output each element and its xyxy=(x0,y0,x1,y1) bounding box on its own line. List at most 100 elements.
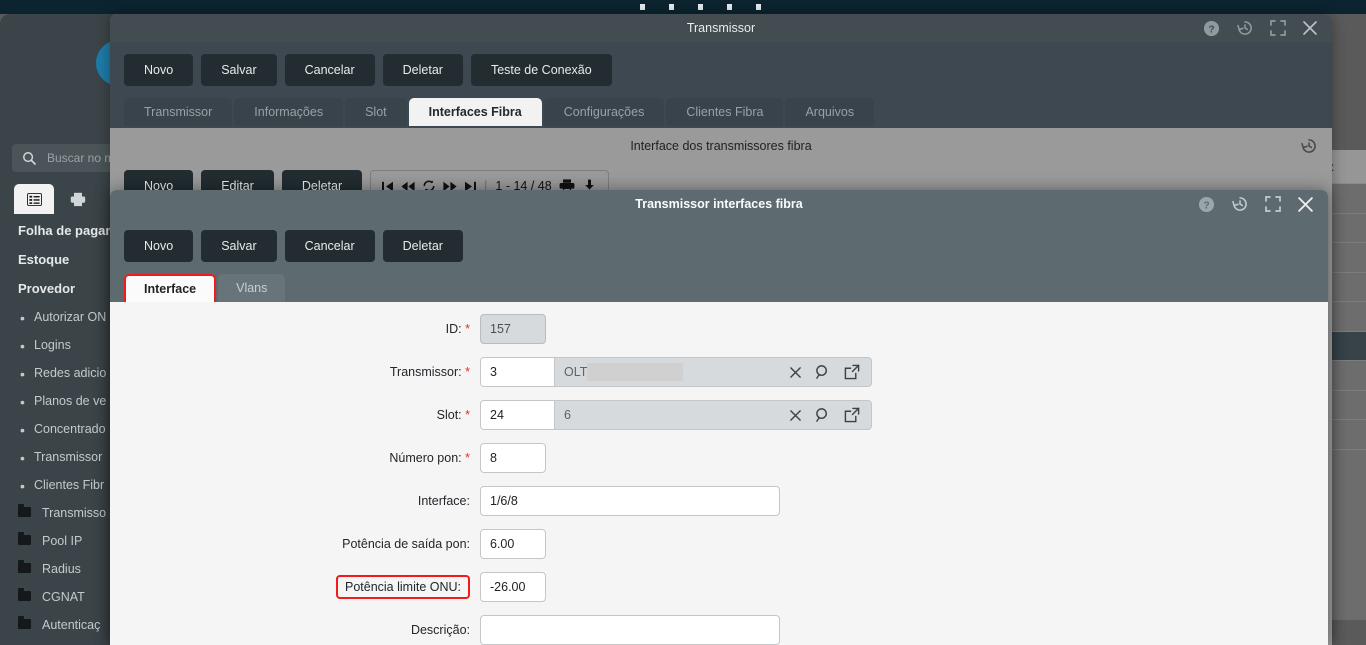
tab-vlans[interactable]: Vlans xyxy=(218,274,286,302)
numero-pon-label: Número pon: * xyxy=(110,451,480,465)
sidebar-tab-list[interactable] xyxy=(14,184,54,214)
teste-de-conexao-button[interactable]: Teste de Conexão xyxy=(470,54,612,86)
potencia-saida-pon-input[interactable] xyxy=(480,529,546,559)
slot-label: Slot: * xyxy=(110,408,480,422)
search-icon[interactable] xyxy=(815,364,831,380)
id-input[interactable] xyxy=(480,314,546,344)
history-icon[interactable] xyxy=(1236,19,1254,37)
interfaces-panel-title: Interface dos transmissores fibra xyxy=(630,139,812,153)
required-asterisk: * xyxy=(465,408,470,422)
folder-icon xyxy=(18,616,31,629)
slot-description-text: 6 xyxy=(564,408,571,422)
inner-novo-button[interactable]: Novo xyxy=(124,230,194,262)
slot-lookup: 6 xyxy=(480,400,872,430)
clear-icon[interactable] xyxy=(789,409,802,422)
transmissor-dialog-title: Transmissor xyxy=(686,21,756,35)
form-row-potencia-limite-onu: Potência limite ONU: xyxy=(110,572,1328,602)
transmissor-label-text: Transmissor: xyxy=(389,365,462,379)
sidebar-folder-label: CGNAT xyxy=(42,590,85,604)
slot-key-input[interactable] xyxy=(481,401,555,429)
folder-icon xyxy=(18,532,31,545)
inner-dialog-header: Transmissor interfaces fibra ? xyxy=(110,190,1328,218)
interfaces-panel-header: Interface dos transmissores fibra xyxy=(110,128,1332,164)
printer-icon xyxy=(70,192,86,207)
open-external-icon[interactable] xyxy=(844,364,860,380)
search-icon[interactable] xyxy=(815,407,831,423)
top-nav-icon[interactable] xyxy=(698,4,703,10)
svg-text:?: ? xyxy=(1208,24,1214,35)
tab-interface[interactable]: Interface xyxy=(124,274,217,302)
transmissor-action-buttons: Novo Salvar Cancelar Deletar Teste de Co… xyxy=(110,42,1332,86)
form-row-interface: Interface: xyxy=(110,486,1328,516)
interface-label: Interface: xyxy=(417,494,470,508)
maximize-icon[interactable] xyxy=(1270,20,1286,36)
folder-icon xyxy=(18,560,31,573)
form-row-transmissor: Transmissor: * OLT xyxy=(110,357,1328,387)
transmissor-interfaces-fibra-dialog: Transmissor interfaces fibra ? Novo Salv… xyxy=(110,190,1328,645)
tab-informacoes[interactable]: Informações xyxy=(234,98,344,126)
form-row-descricao: Descrição: xyxy=(110,615,1328,645)
numero-pon-label-text: Número pon: xyxy=(389,451,462,465)
novo-button[interactable]: Novo xyxy=(124,54,194,86)
cancelar-button[interactable]: Cancelar xyxy=(284,54,375,86)
descricao-label: Descrição: xyxy=(410,623,470,637)
top-nav-icon[interactable] xyxy=(640,4,645,10)
transmissor-tabs: Transmissor Informações Slot Interfaces … xyxy=(110,86,1332,126)
history-icon[interactable] xyxy=(1300,137,1318,155)
tab-slot[interactable]: Slot xyxy=(345,98,407,126)
top-navigation-bar xyxy=(0,0,1366,14)
sidebar-tab-print[interactable] xyxy=(58,184,98,214)
inner-deletar-button[interactable]: Deletar xyxy=(382,230,463,262)
top-nav-icon[interactable] xyxy=(756,4,761,10)
tab-transmissor[interactable]: Transmissor xyxy=(124,98,233,126)
clear-icon[interactable] xyxy=(789,366,802,379)
folder-icon xyxy=(18,504,31,517)
sidebar-folder-label: Radius xyxy=(42,562,81,576)
slot-lookup-actions xyxy=(778,407,871,423)
open-external-icon[interactable] xyxy=(844,407,860,423)
close-icon[interactable] xyxy=(1297,196,1314,213)
inner-dialog-toolbar-area: Novo Salvar Cancelar Deletar Interface V… xyxy=(110,218,1328,302)
redacted-value xyxy=(587,363,684,381)
folder-icon xyxy=(18,588,31,601)
id-label: ID: * xyxy=(110,322,480,336)
transmissor-dialog-header: Transmissor ? xyxy=(110,14,1332,42)
potencia-limite-onu-input[interactable] xyxy=(480,572,546,602)
inner-dialog-title: Transmissor interfaces fibra xyxy=(635,197,803,211)
inner-cancelar-button[interactable]: Cancelar xyxy=(284,230,375,262)
form-row-potencia-saida-pon: Potência de saída pon: xyxy=(110,529,1328,559)
interface-input[interactable] xyxy=(480,486,780,516)
inner-salvar-button[interactable]: Salvar xyxy=(201,230,277,262)
maximize-icon[interactable] xyxy=(1265,196,1281,212)
close-icon[interactable] xyxy=(1302,20,1318,36)
tab-configuracoes[interactable]: Configurações xyxy=(543,98,665,126)
list-icon xyxy=(26,192,42,206)
potencia-saida-pon-label: Potência de saída pon: xyxy=(342,537,470,551)
slot-label-text: Slot: xyxy=(436,408,462,422)
history-icon[interactable] xyxy=(1231,195,1249,213)
inner-tabs: Interface Vlans xyxy=(110,262,1328,302)
tab-interfaces-fibra[interactable]: Interfaces Fibra xyxy=(408,98,542,126)
tab-arquivos[interactable]: Arquivos xyxy=(785,98,875,126)
inner-action-buttons: Novo Salvar Cancelar Deletar xyxy=(110,218,1328,262)
salvar-button[interactable]: Salvar xyxy=(201,54,277,86)
top-nav-icon[interactable] xyxy=(669,4,674,10)
sidebar-folder-label: Pool IP xyxy=(42,534,83,548)
id-label-text: ID: xyxy=(445,322,462,336)
tab-clientes-fibra[interactable]: Clientes Fibra xyxy=(666,98,784,126)
transmissor-description-text: OLT xyxy=(564,365,588,379)
transmissor-label: Transmissor: * xyxy=(110,365,480,379)
transmissor-key-input[interactable] xyxy=(481,358,555,386)
help-icon[interactable]: ? xyxy=(1203,20,1220,37)
sidebar-folder-label: Autenticaç xyxy=(42,618,101,632)
slot-description: 6 xyxy=(555,401,778,429)
help-icon[interactable]: ? xyxy=(1198,196,1215,213)
search-icon xyxy=(22,151,37,166)
interface-form: ID: * Transmissor: * OLT xyxy=(110,302,1328,645)
screen: IX IX 7 - b Buscar no me xyxy=(0,0,1366,645)
transmissor-dialog-toolbar-area: Novo Salvar Cancelar Deletar Teste de Co… xyxy=(110,42,1332,128)
deletar-button[interactable]: Deletar xyxy=(382,54,463,86)
top-nav-icon[interactable] xyxy=(727,4,732,10)
numero-pon-input[interactable] xyxy=(480,443,546,473)
descricao-input[interactable] xyxy=(480,615,780,645)
